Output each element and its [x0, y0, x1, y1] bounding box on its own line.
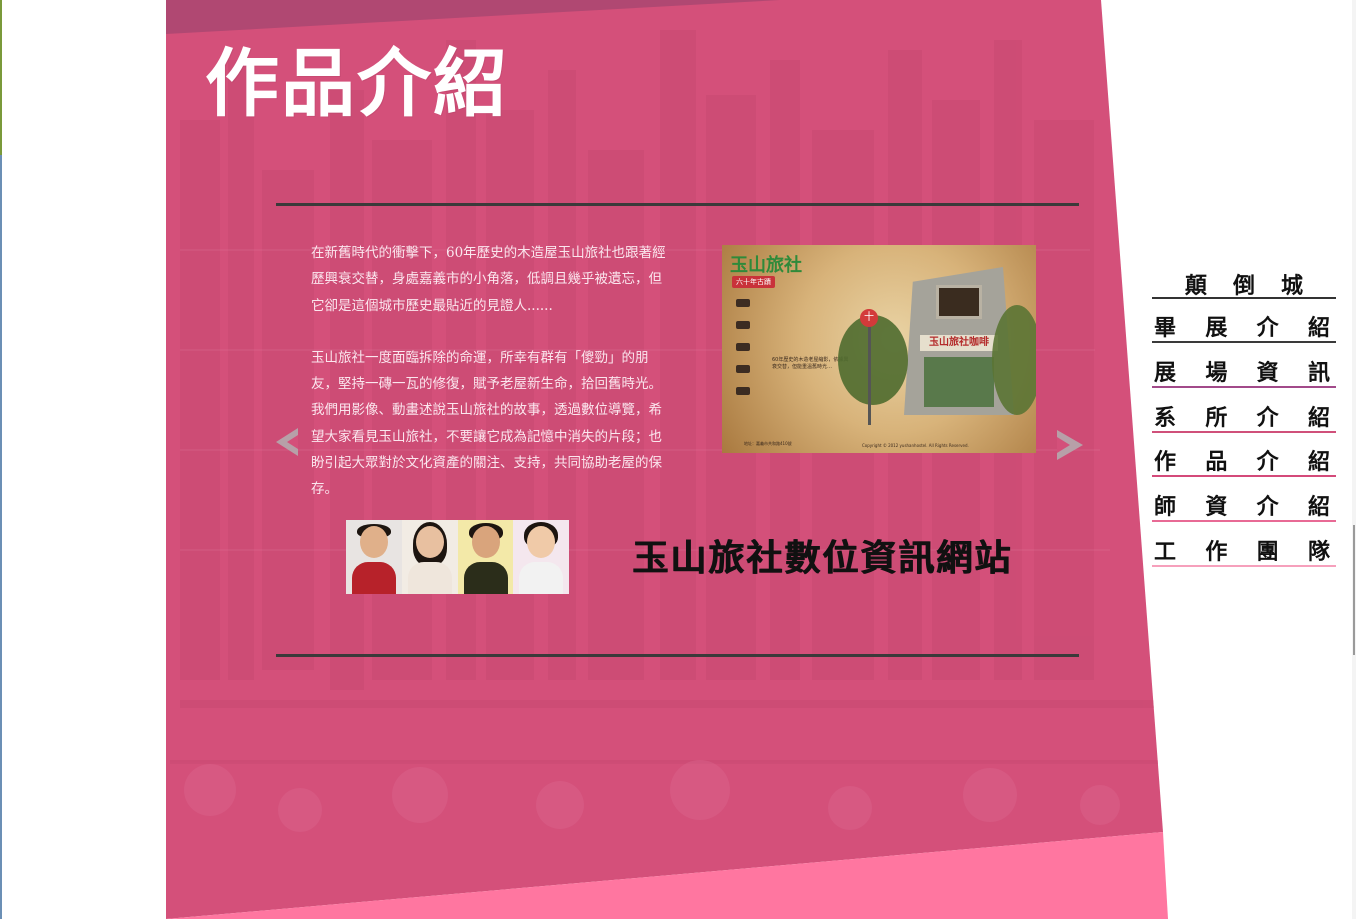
- screenshot-window: [936, 285, 982, 319]
- nav-venue-info[interactable]: 展場資訊: [1152, 343, 1336, 389]
- tree-illustration: [992, 305, 1036, 415]
- nav-faculty-intro[interactable]: 師資介紹: [1152, 477, 1336, 523]
- nav-item-char: 紹: [1307, 494, 1330, 521]
- divider-top: [276, 203, 1079, 206]
- screenshot-menu-icon: [736, 321, 750, 329]
- nav-item-label: 師資介紹: [1152, 494, 1336, 520]
- nav-item-char: 所: [1205, 404, 1228, 431]
- nav-item-char: 城: [1281, 272, 1304, 299]
- tree-illustration: [838, 315, 908, 405]
- page-title: 作品介紹: [205, 41, 509, 127]
- team-member-photo: [346, 520, 402, 594]
- screenshot-menu-icon: [736, 299, 750, 307]
- nav-item-char: 紹: [1307, 315, 1330, 342]
- work-description: 在新舊時代的衝擊下，60年歷史的木造屋玉山旅社也跟著經歷興衰交替，身處嘉義市的小…: [311, 240, 673, 529]
- screenshot-pole-sign: 十: [860, 309, 878, 327]
- work-screenshot[interactable]: 玉山旅社 六十年古蹟 60年歷史的木造老屋縮影，依據興衰交替，但能重溫舊時光… …: [722, 245, 1036, 453]
- nav-item-char: 介: [1256, 404, 1279, 431]
- team-photo-strip: [346, 520, 569, 594]
- nav-item-char: 團: [1256, 538, 1279, 565]
- screenshot-menu-icon: [736, 343, 750, 351]
- nav-item-char: 介: [1256, 494, 1279, 521]
- description-paragraph: 玉山旅社一度面臨拆除的命運，所幸有群有「傻勁」的朋友，堅持一磚一瓦的修復，賦予老…: [311, 349, 662, 498]
- nav-department-intro[interactable]: 系所介紹: [1152, 388, 1336, 433]
- nav-item-char: 介: [1256, 315, 1279, 342]
- nav-item-label: 展場資訊: [1152, 360, 1336, 386]
- team-member-photo: [457, 520, 514, 594]
- nav-item-char: 畢: [1154, 315, 1177, 342]
- work-title: 玉山旅社數位資訊網站: [632, 537, 1013, 579]
- nav-item-char: 系: [1154, 404, 1177, 431]
- nav-item-char: 隊: [1307, 538, 1330, 565]
- nav-item-char: 資: [1205, 494, 1228, 521]
- nav-item-char: 紹: [1307, 449, 1330, 476]
- nav-item-label: 作品介紹: [1152, 449, 1336, 475]
- screenshot-brand: 玉山旅社: [730, 255, 802, 276]
- description-paragraph: 在新舊時代的衝擊下，60年歷史的木造屋玉山旅社也跟著經歷興衰交替，身處嘉義市的小…: [311, 245, 666, 314]
- screenshot-menu-icon: [736, 365, 750, 373]
- team-member-photo: [513, 520, 569, 594]
- nav-item-char: 作: [1154, 449, 1177, 476]
- screenshot-copyright: Copyright © 2012 yushanhostel. All Right…: [862, 443, 969, 448]
- nav-item-char: 顛: [1184, 272, 1207, 299]
- nav-item-char: 工: [1154, 538, 1177, 565]
- nav-item-char: 倒: [1232, 272, 1255, 299]
- screenshot-brand-sub: 六十年古蹟: [732, 276, 775, 288]
- nav-item-char: 作: [1205, 538, 1228, 565]
- nav-brand[interactable]: 顛倒城: [1152, 254, 1336, 299]
- nav-item-char: 展: [1154, 360, 1177, 387]
- nav-item-char: 師: [1154, 494, 1177, 521]
- screenshot-footer: 地址：嘉義市共和路410號: [744, 441, 792, 446]
- nav-team[interactable]: 工作團隊: [1152, 522, 1336, 567]
- team-member-photo: [401, 520, 458, 594]
- nav-item-label: 畢展介紹: [1152, 315, 1336, 341]
- nav-item-label: 顛倒城: [1152, 273, 1336, 299]
- nav-item-char: 資: [1256, 360, 1279, 387]
- chevron-right-icon-cutout: [1057, 437, 1070, 453]
- screenshot-pole: [868, 315, 871, 425]
- nav-item-label: 工作團隊: [1152, 539, 1336, 565]
- nav-exhibition-intro[interactable]: 畢展介紹: [1152, 299, 1336, 344]
- nav-item-char: 展: [1205, 315, 1228, 342]
- nav-item-underline: [1152, 564, 1336, 567]
- nav-item-char: 紹: [1307, 404, 1330, 431]
- chevron-left-icon-cutout: [287, 435, 298, 449]
- scrollbar-track[interactable]: [1352, 0, 1356, 919]
- divider-bottom: [276, 654, 1079, 657]
- nav-item-char: 品: [1205, 449, 1228, 476]
- nav-item-char: 介: [1256, 449, 1279, 476]
- nav-item-char: 場: [1205, 360, 1228, 387]
- scrollbar-thumb[interactable]: [1353, 525, 1355, 655]
- side-navigation: 顛倒城畢展介紹展場資訊系所介紹作品介紹師資介紹工作團隊: [1152, 254, 1336, 567]
- nav-item-char: 訊: [1307, 360, 1330, 387]
- screenshot-menu-icon: [736, 387, 750, 395]
- screenshot-shop-sign: 玉山旅社咖啡: [920, 335, 998, 351]
- nav-item-label: 系所介紹: [1152, 405, 1336, 431]
- screenshot-shopfront: [924, 357, 994, 407]
- nav-works-intro[interactable]: 作品介紹: [1152, 433, 1336, 478]
